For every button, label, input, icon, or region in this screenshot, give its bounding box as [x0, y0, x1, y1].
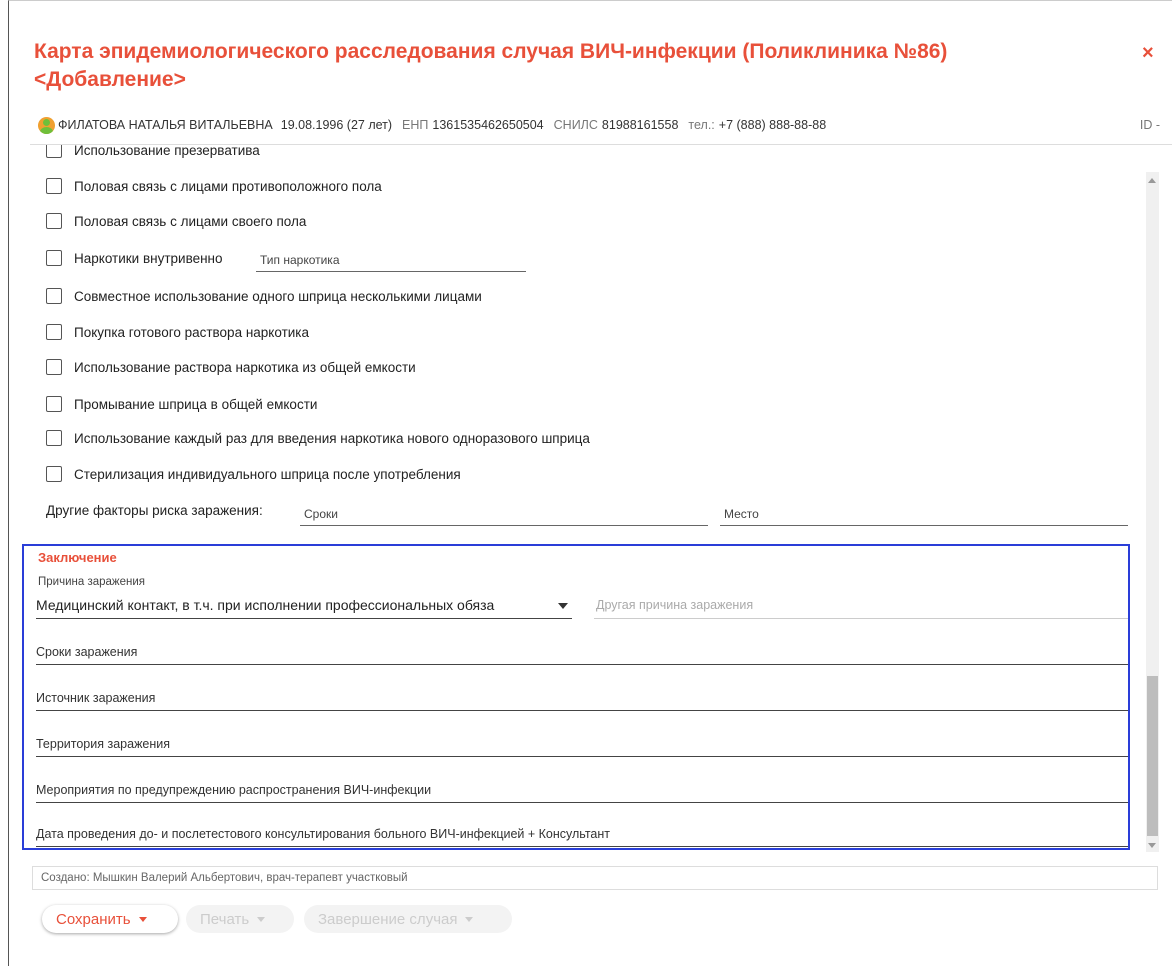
scroll-down-icon[interactable]	[1148, 843, 1156, 848]
print-label: Печать	[200, 910, 250, 928]
enp-label: ЕНП	[402, 118, 429, 132]
phone-label: тел.:	[688, 118, 715, 132]
field-label: Источник заражения	[36, 691, 156, 705]
risk-label: Промывание шприца в общей емкости	[74, 396, 318, 412]
chevron-down-icon[interactable]	[558, 603, 568, 609]
counseling-date-field[interactable]: Дата проведения до- и послетестового кон…	[36, 820, 1128, 847]
checkbox[interactable]	[46, 466, 62, 482]
risk-label: Стерилизация индивидуального шприца посл…	[74, 466, 461, 482]
checkbox[interactable]	[46, 178, 62, 194]
risk-label: Половая связь с лицами противоположного …	[74, 178, 382, 194]
infection-terms-field[interactable]: Сроки заражения	[36, 638, 1128, 665]
finish-case-button[interactable]: Завершение случая	[304, 905, 512, 933]
chevron-down-icon	[465, 916, 474, 922]
snils-label: СНИЛС	[553, 118, 598, 132]
checkbox[interactable]	[46, 430, 62, 446]
risk-item[interactable]: Использование каждый раз для введения на…	[46, 430, 590, 446]
cause-select[interactable]: Медицинский контакт, в т.ч. при исполнен…	[36, 590, 572, 619]
created-by-box: Создано: Мышкин Валерий Альбертович, вра…	[32, 866, 1158, 890]
conclusion-section: Заключение Причина заражения Медицинский…	[22, 544, 1130, 850]
cause-value: Медицинский контакт, в т.ч. при исполнен…	[36, 597, 495, 613]
terms-input[interactable]: Сроки	[300, 499, 708, 526]
risk-item[interactable]: Использование раствора наркотика из обще…	[46, 359, 416, 375]
place-input[interactable]: Место	[720, 499, 1128, 526]
patient-birth: 19.08.1996 (27 лет)	[280, 118, 393, 132]
scrollbar-thumb[interactable]	[1147, 676, 1158, 836]
phone-value: +7 (888) 888-88-88	[718, 118, 827, 132]
enp-value: 1361535462650504	[432, 118, 544, 132]
id-label: ID -	[1139, 118, 1160, 132]
cause-label: Причина заражения	[38, 576, 145, 588]
risk-item[interactable]: Стерилизация индивидуального шприца посл…	[46, 466, 461, 482]
risk-label: Наркотики внутривенно	[74, 250, 223, 266]
field-label: Дата проведения до- и послетестового кон…	[36, 827, 610, 841]
drug-type-placeholder: Тип наркотика	[260, 253, 340, 267]
checkbox[interactable]	[46, 250, 62, 266]
prevention-measures-field[interactable]: Мероприятия по предупреждению распростра…	[36, 776, 1128, 803]
checkbox[interactable]	[46, 213, 62, 229]
dialog-title: Карта эпидемиологического расследования …	[34, 40, 948, 91]
terms-placeholder: Сроки	[304, 507, 338, 521]
created-by-text: Создано: Мышкин Валерий Альбертович, вра…	[41, 872, 408, 884]
risk-item[interactable]: Половая связь с лицами своего пола	[46, 213, 306, 229]
close-icon[interactable]: ×	[1142, 42, 1154, 65]
chevron-down-icon	[138, 916, 147, 922]
field-label: Мероприятия по предупреждению распростра…	[36, 783, 432, 797]
field-label: Территория заражения	[36, 737, 171, 751]
drug-type-input[interactable]: Тип наркотика	[256, 243, 526, 272]
risk-item[interactable]: Покупка готового раствора наркотика	[46, 324, 309, 340]
patient-header: ФИЛАТОВА НАТАЛЬЯ ВИТАЛЬЕВНА 19.08.1996 (…	[38, 114, 1168, 136]
checkbox[interactable]	[46, 359, 62, 375]
risk-item[interactable]: Использование презерватива	[46, 145, 260, 158]
other-factors-label: Другие факторы риска заражения:	[46, 503, 263, 518]
person-icon	[38, 116, 55, 134]
place-placeholder: Место	[724, 507, 759, 521]
checkbox[interactable]	[46, 288, 62, 304]
risk-item[interactable]: Наркотики внутривенно	[46, 250, 223, 266]
patient-name: ФИЛАТОВА НАТАЛЬЯ ВИТАЛЬЕВНА	[58, 118, 273, 132]
infection-source-field[interactable]: Источник заражения	[36, 684, 1128, 711]
risk-label: Использование каждый раз для введения на…	[74, 430, 590, 446]
risk-item[interactable]: Совместное использование одного шприца н…	[46, 288, 482, 304]
chevron-down-icon	[257, 916, 266, 922]
risk-item[interactable]: Промывание шприца в общей емкости	[46, 396, 317, 412]
conclusion-title: Заключение	[38, 550, 117, 565]
print-button[interactable]: Печать	[186, 905, 294, 933]
risk-label: Половая связь с лицами своего пола	[74, 213, 307, 229]
other-cause-input[interactable]: Другая причина заражения	[594, 590, 1128, 619]
risk-label: Использование раствора наркотика из обще…	[74, 359, 416, 375]
finish-label: Завершение случая	[318, 910, 458, 928]
field-label: Сроки заражения	[36, 645, 138, 659]
infection-territory-field[interactable]: Территория заражения	[36, 730, 1128, 757]
risk-label: Совместное использование одного шприца н…	[74, 288, 482, 304]
save-label: Сохранить	[56, 910, 131, 928]
checkbox[interactable]	[46, 396, 62, 412]
checkbox[interactable]	[46, 145, 62, 158]
risk-item[interactable]: Половая связь с лицами противоположного …	[46, 178, 382, 194]
risk-label: Использование презерватива	[74, 145, 260, 158]
scroll-up-icon[interactable]	[1148, 178, 1156, 183]
checkbox[interactable]	[46, 324, 62, 340]
risk-label: Покупка готового раствора наркотика	[74, 324, 310, 340]
other-cause-placeholder: Другая причина заражения	[596, 598, 754, 612]
snils-value: 81988161558	[601, 118, 679, 132]
save-button[interactable]: Сохранить	[42, 905, 178, 933]
